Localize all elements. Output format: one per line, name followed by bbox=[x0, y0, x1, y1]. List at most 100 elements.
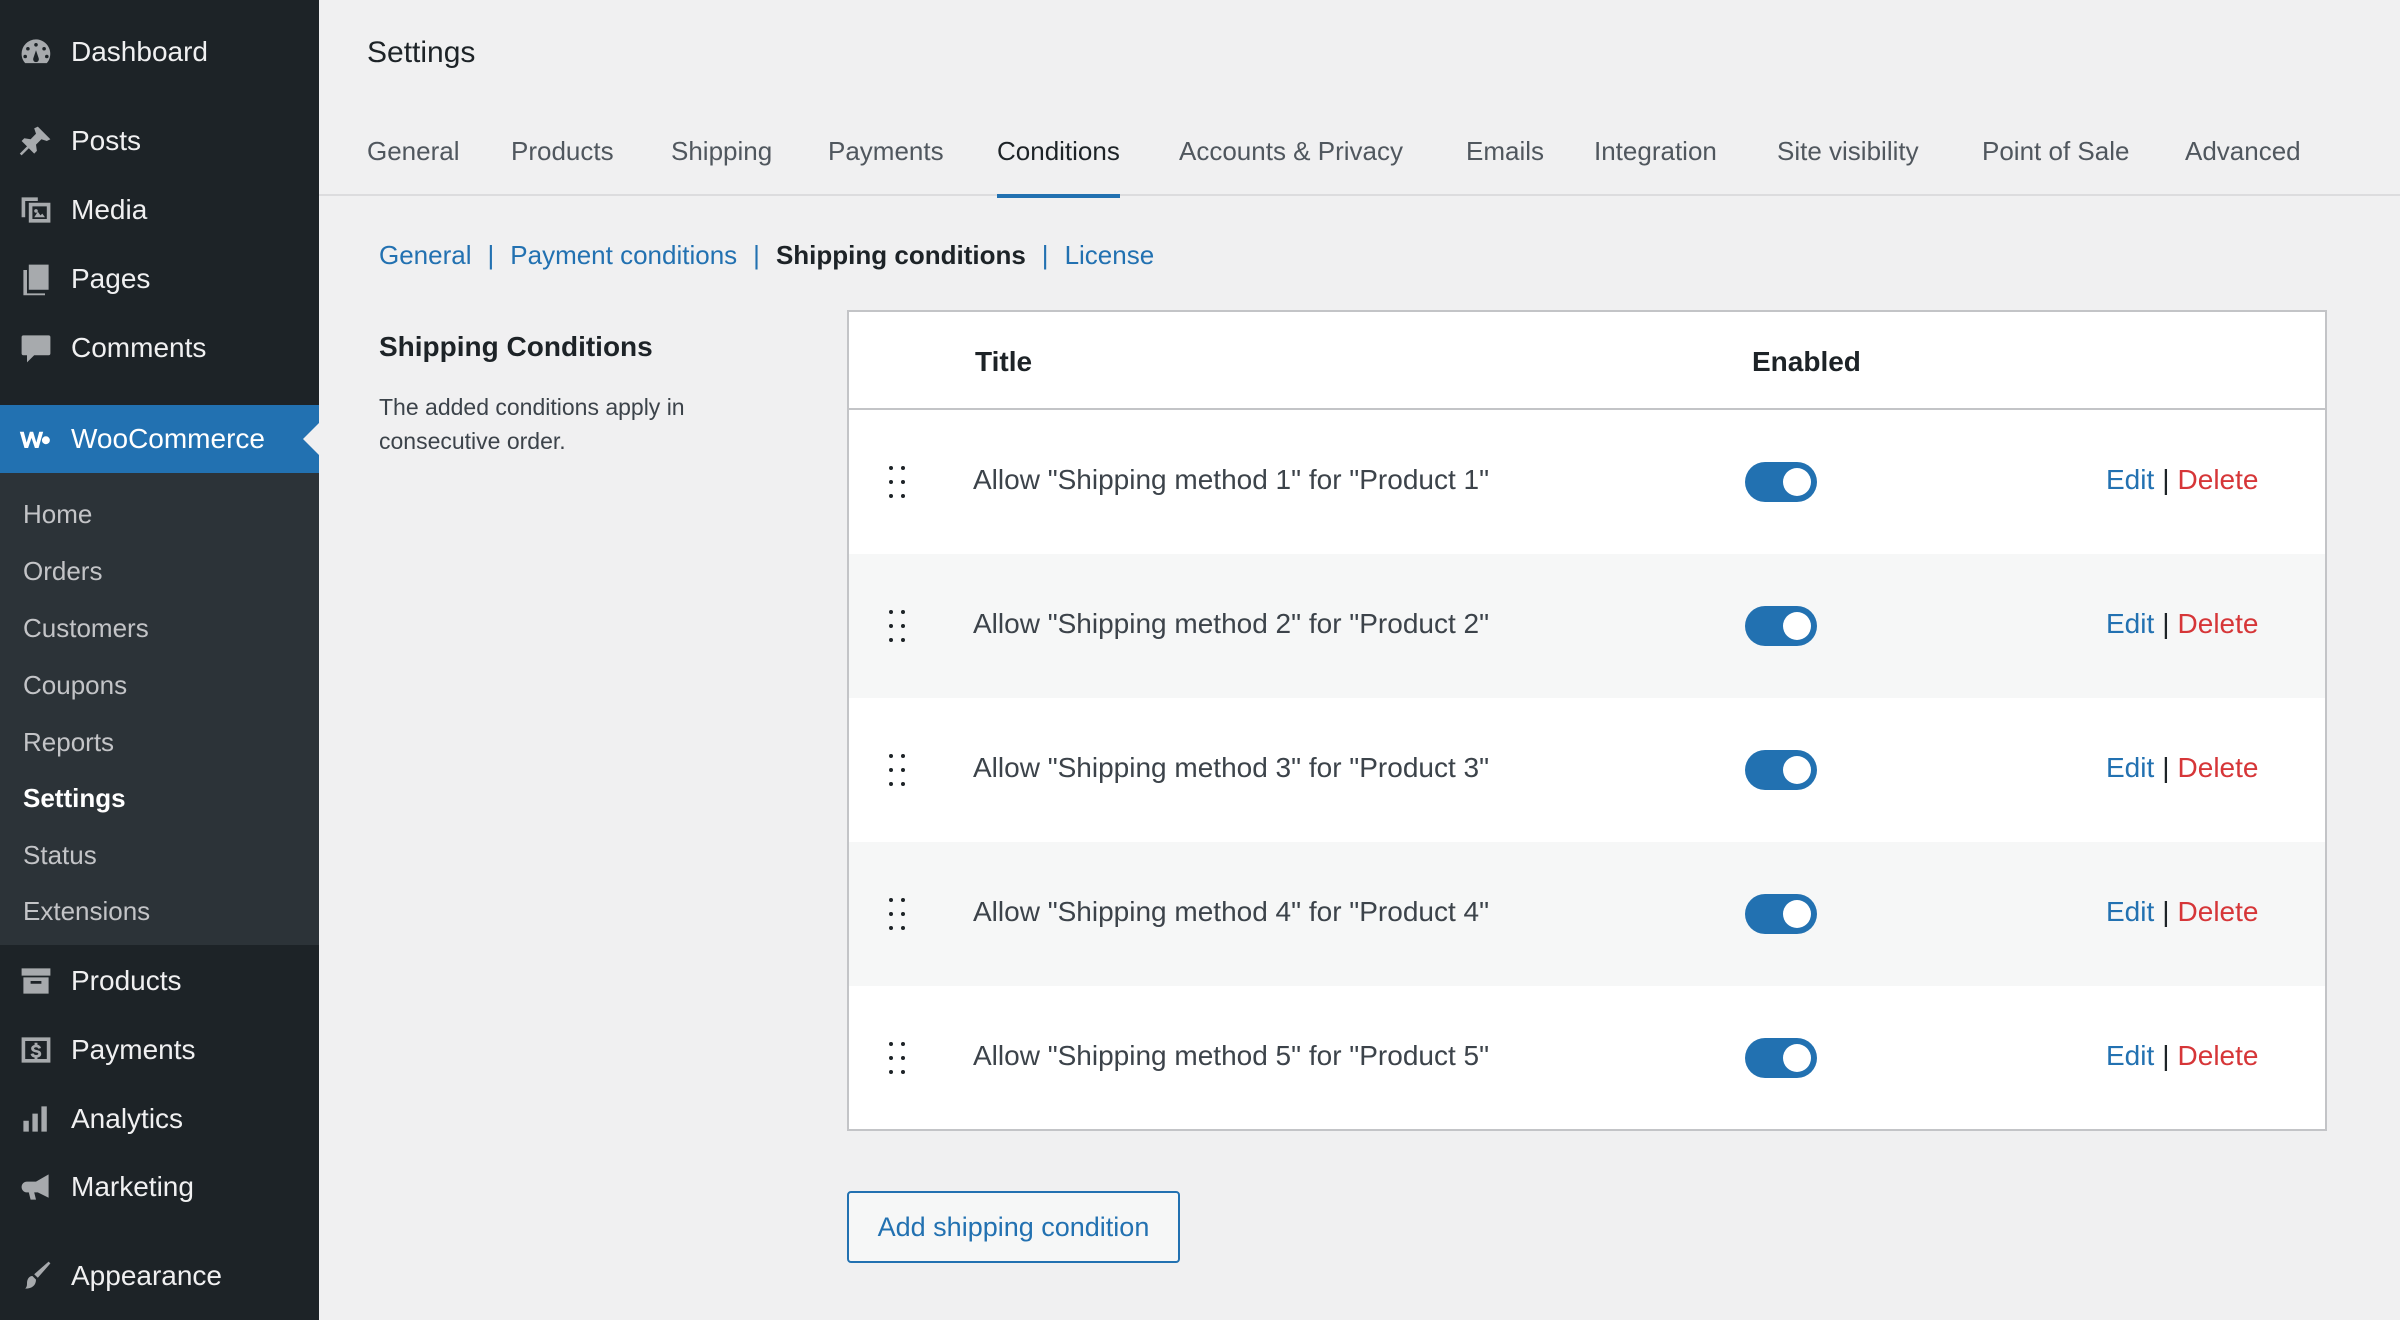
menu-item-comments[interactable]: Comments bbox=[0, 314, 319, 382]
submenu-settings[interactable]: Settings bbox=[23, 783, 126, 814]
menu-item-label: WooCommerce bbox=[71, 423, 265, 454]
enabled-toggle[interactable] bbox=[1745, 750, 1817, 790]
dollar-icon bbox=[16, 1030, 56, 1070]
menu-item-dashboard[interactable]: Dashboard bbox=[0, 18, 319, 86]
subnav-separator: | bbox=[1041, 240, 1049, 270]
menu-item-payments[interactable]: Payments bbox=[0, 1016, 319, 1084]
drag-handle-icon[interactable] bbox=[885, 462, 909, 502]
add-shipping-condition-button[interactable]: Add shipping condition bbox=[847, 1191, 1180, 1263]
menu-item-woocommerce[interactable]: WooCommerce bbox=[0, 405, 319, 473]
tab-accounts-privacy[interactable]: Accounts & Privacy bbox=[1179, 136, 1403, 194]
enabled-toggle[interactable] bbox=[1745, 462, 1817, 502]
drag-handle-icon[interactable] bbox=[885, 1038, 909, 1078]
action-separator: | bbox=[2162, 752, 2170, 783]
tab-point-of-sale[interactable]: Point of Sale bbox=[1982, 136, 2129, 194]
condition-title: Allow "Shipping method 5" for "Product 5… bbox=[973, 1040, 1490, 1071]
edit-link[interactable]: Edit bbox=[2106, 752, 2154, 783]
condition-title: Allow "Shipping method 2" for "Product 2… bbox=[973, 608, 1490, 639]
menu-item-label: Posts bbox=[71, 125, 142, 156]
submenu-coupons[interactable]: Coupons bbox=[23, 670, 127, 701]
tab-shipping[interactable]: Shipping bbox=[671, 136, 772, 194]
edit-link[interactable]: Edit bbox=[2106, 608, 2154, 639]
drag-handle-icon[interactable] bbox=[885, 894, 909, 934]
archive-icon bbox=[16, 961, 56, 1001]
table-header: Title Enabled bbox=[849, 312, 2325, 410]
enabled-toggle[interactable] bbox=[1745, 1038, 1817, 1078]
brush-icon bbox=[16, 1256, 56, 1296]
drag-handle-icon[interactable] bbox=[885, 750, 909, 790]
delete-link[interactable]: Delete bbox=[2178, 752, 2259, 783]
submenu-reports[interactable]: Reports bbox=[23, 727, 114, 758]
tab-general[interactable]: General bbox=[367, 136, 460, 194]
bar-chart-icon bbox=[16, 1099, 56, 1139]
action-separator: | bbox=[2162, 464, 2170, 495]
section-title: Shipping Conditions bbox=[379, 331, 653, 362]
column-header-title: Title bbox=[975, 346, 1033, 377]
enabled-toggle[interactable] bbox=[1745, 606, 1817, 646]
column-header-enabled: Enabled bbox=[1752, 346, 1861, 377]
menu-item-label: Analytics bbox=[71, 1103, 184, 1134]
row-actions: Edit | Delete bbox=[2106, 464, 2258, 496]
menu-item-label: Media bbox=[71, 194, 148, 225]
menu-item-marketing[interactable]: Marketing bbox=[0, 1153, 319, 1221]
subnav-general[interactable]: General bbox=[379, 240, 472, 271]
tab-advanced[interactable]: Advanced bbox=[2185, 136, 2301, 194]
dashboard-icon bbox=[16, 32, 56, 72]
woocommerce-icon bbox=[16, 419, 56, 459]
row-actions: Edit | Delete bbox=[2106, 1040, 2258, 1072]
subnav-shipping-conditions[interactable]: Shipping conditions bbox=[776, 240, 1026, 271]
subnav-license[interactable]: License bbox=[1065, 240, 1155, 271]
enabled-toggle[interactable] bbox=[1745, 894, 1817, 934]
submenu-orders[interactable]: Orders bbox=[23, 556, 102, 587]
delete-link[interactable]: Delete bbox=[2178, 464, 2259, 495]
woocommerce-submenu: Home Orders Customers Coupons Reports Se… bbox=[0, 473, 319, 945]
menu-item-label: Marketing bbox=[71, 1171, 194, 1202]
row-actions: Edit | Delete bbox=[2106, 608, 2258, 640]
edit-link[interactable]: Edit bbox=[2106, 464, 2154, 495]
action-separator: | bbox=[2162, 896, 2170, 927]
delete-link[interactable]: Delete bbox=[2178, 1040, 2259, 1071]
action-separator: | bbox=[2162, 1040, 2170, 1071]
menu-item-analytics[interactable]: Analytics bbox=[0, 1085, 319, 1153]
pages-icon bbox=[16, 259, 56, 299]
edit-link[interactable]: Edit bbox=[2106, 896, 2154, 927]
conditions-subnav: General | Payment conditions | Shipping … bbox=[379, 240, 1154, 271]
drag-handle-icon[interactable] bbox=[885, 606, 909, 646]
table-row: Allow "Shipping method 4" for "Product 4… bbox=[849, 842, 2325, 986]
edit-link[interactable]: Edit bbox=[2106, 1040, 2154, 1071]
toggle-knob bbox=[1783, 612, 1811, 640]
submenu-customers[interactable]: Customers bbox=[23, 613, 149, 644]
tab-conditions[interactable]: Conditions bbox=[997, 136, 1120, 198]
tab-site-visibility[interactable]: Site visibility bbox=[1777, 136, 1919, 194]
delete-link[interactable]: Delete bbox=[2178, 608, 2259, 639]
menu-item-appearance[interactable]: Appearance bbox=[0, 1242, 319, 1310]
condition-title: Allow "Shipping method 1" for "Product 1… bbox=[973, 464, 1490, 495]
admin-sidebar: Dashboard Posts Media Pages Comments Woo… bbox=[0, 0, 319, 1320]
menu-item-posts[interactable]: Posts bbox=[0, 107, 319, 175]
menu-item-media[interactable]: Media bbox=[0, 176, 319, 244]
submenu-extensions[interactable]: Extensions bbox=[23, 896, 150, 927]
section-description: The added conditions apply in consecutiv… bbox=[379, 394, 685, 454]
condition-title: Allow "Shipping method 4" for "Product 4… bbox=[973, 896, 1490, 927]
menu-item-label: Payments bbox=[71, 1034, 196, 1065]
tab-payments[interactable]: Payments bbox=[828, 136, 944, 194]
menu-item-pages[interactable]: Pages bbox=[0, 245, 319, 313]
toggle-knob bbox=[1783, 1044, 1811, 1072]
subnav-separator: | bbox=[487, 240, 495, 270]
action-separator: | bbox=[2162, 608, 2170, 639]
subnav-separator: | bbox=[753, 240, 760, 270]
tab-emails[interactable]: Emails bbox=[1466, 136, 1544, 194]
submenu-status[interactable]: Status bbox=[23, 840, 97, 871]
tab-products[interactable]: Products bbox=[511, 136, 614, 194]
delete-link[interactable]: Delete bbox=[2178, 896, 2259, 927]
subnav-payment-conditions[interactable]: Payment conditions bbox=[510, 240, 737, 271]
table-row: Allow "Shipping method 3" for "Product 3… bbox=[849, 698, 2325, 842]
condition-title: Allow "Shipping method 3" for "Product 3… bbox=[973, 752, 1490, 783]
table-row: Allow "Shipping method 2" for "Product 2… bbox=[849, 554, 2325, 698]
row-actions: Edit | Delete bbox=[2106, 752, 2258, 784]
toggle-knob bbox=[1783, 900, 1811, 928]
menu-item-products[interactable]: Products bbox=[0, 947, 319, 1015]
row-actions: Edit | Delete bbox=[2106, 896, 2258, 928]
tab-integration[interactable]: Integration bbox=[1594, 136, 1717, 194]
submenu-home[interactable]: Home bbox=[23, 499, 92, 530]
